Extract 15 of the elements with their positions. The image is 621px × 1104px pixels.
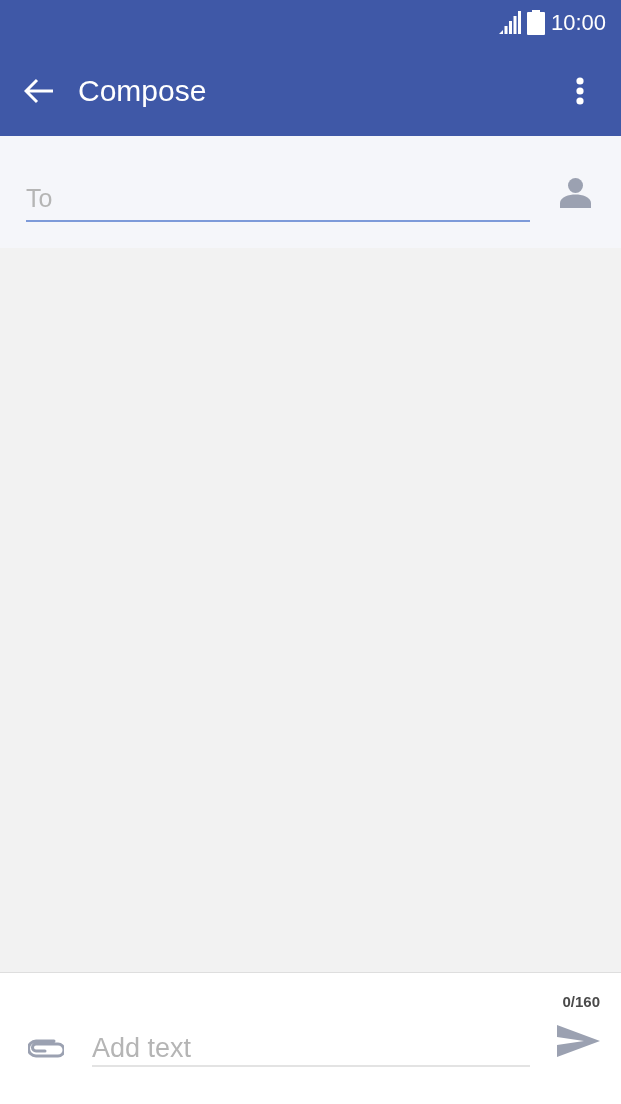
back-button[interactable] — [24, 77, 54, 104]
signal-icon — [498, 11, 522, 34]
more-options-button[interactable] — [575, 76, 585, 105]
send-button[interactable] — [557, 1025, 600, 1057]
attach-button[interactable] — [28, 1038, 64, 1059]
character-counter: 0/160 — [562, 993, 600, 1011]
person-icon — [560, 178, 591, 208]
status-time: 10:00 — [550, 11, 606, 34]
app-title: Compose — [78, 73, 208, 109]
contacts-button[interactable] — [560, 178, 591, 208]
more-options-icon — [575, 76, 585, 105]
battery-icon — [526, 10, 545, 35]
back-arrow-icon — [24, 77, 54, 104]
paperclip-icon — [28, 1038, 64, 1059]
send-icon — [557, 1025, 600, 1057]
